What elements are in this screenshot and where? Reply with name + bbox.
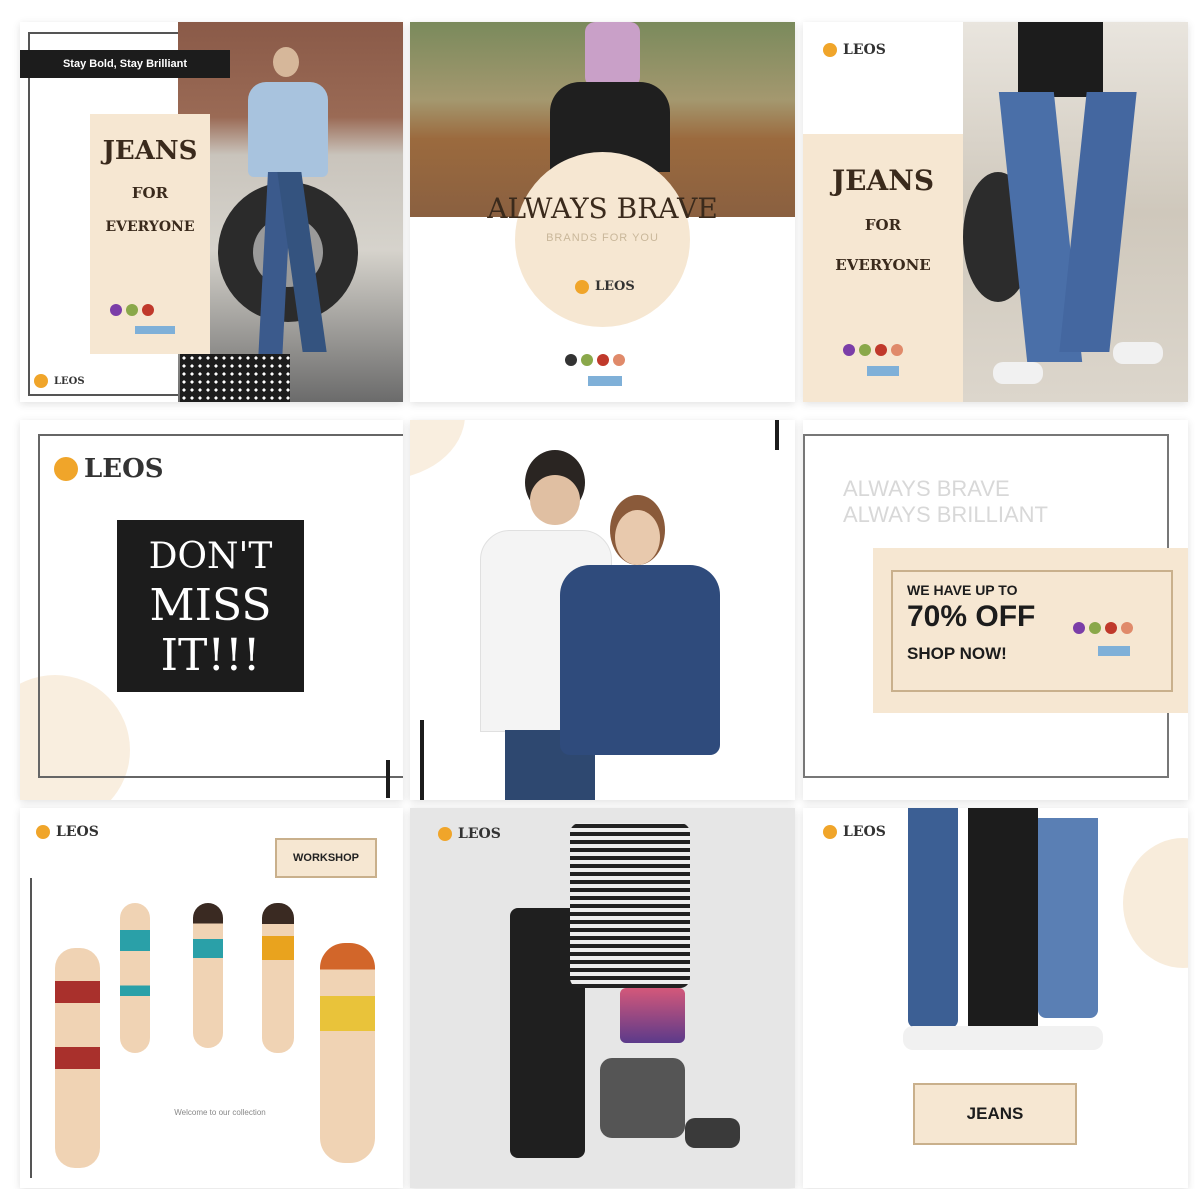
tag-text: Stay Bold, Stay Brilliant: [62, 58, 188, 70]
social-icons: [565, 354, 625, 366]
brand-logo: LEOS: [575, 279, 635, 294]
headline-box: DON'T MISS IT!!!: [117, 520, 304, 692]
jeans-tag-text: JEANS: [966, 1104, 1024, 1123]
divider-mark: [386, 760, 390, 798]
lion-icon: [36, 825, 50, 839]
headline-line1: DON'T: [148, 536, 273, 577]
brand-logo: LEOS: [823, 824, 886, 840]
brand-name: LEOS: [84, 454, 164, 484]
workshop-tag: WORKSHOP: [275, 838, 377, 878]
faded-headline-2: ALWAYS BRILLIANT: [843, 502, 1048, 527]
lion-icon: [575, 279, 589, 294]
subline: BRANDS FOR YOU: [546, 232, 659, 244]
brand-name: LEOS: [56, 824, 99, 840]
brand-name: LEOS: [458, 826, 501, 842]
brand-name: LEOS: [843, 42, 886, 58]
headline-jeans: JEANS: [102, 136, 198, 166]
divider-mark: [420, 720, 424, 800]
photo-couple: [450, 440, 770, 800]
brand-name: LEOS: [54, 375, 85, 387]
lion-icon: [823, 825, 837, 839]
headline-line3: IT!!!: [160, 630, 261, 681]
social-icons: [110, 304, 154, 316]
brand-name: LEOS: [843, 824, 886, 840]
post-tile-dont-miss-it[interactable]: LEOS DON'T MISS IT!!!: [20, 420, 403, 800]
brand-logo: LEOS: [34, 374, 85, 388]
photo-woman-by-truck: [178, 22, 403, 402]
headline-jeans: JEANS: [831, 164, 935, 197]
headline-for: FOR: [131, 184, 169, 202]
headline-always-brave: ALWAYS BRAVE: [487, 192, 718, 225]
headline-panel: JEANS FOR EVERYONE: [90, 114, 210, 354]
cream-circle-deco: [1123, 838, 1188, 968]
tag-banner: Stay Bold, Stay Brilliant: [20, 50, 230, 78]
contact-strip: [135, 326, 175, 334]
lion-icon: [54, 457, 78, 481]
contact-strip: [588, 376, 622, 386]
offer-panel: WE HAVE UP TO 70% OFF SHOP NOW!: [873, 548, 1188, 713]
brand-logo: LEOS: [823, 42, 886, 58]
contact-strip: [867, 366, 899, 376]
headline-line2: MISS: [149, 580, 272, 631]
contact-strip: [1098, 646, 1130, 656]
divider-mark: [775, 420, 779, 450]
photo-man-in-jeans: [963, 22, 1188, 402]
post-tile-jeans-for-everyone-2[interactable]: LEOS JEANS FOR EVERYONE: [803, 22, 1188, 402]
workshop-text: WORKSHOP: [293, 852, 359, 864]
brand-name: LEOS: [595, 279, 635, 294]
headline-for: FOR: [864, 216, 902, 234]
post-tile-outfit[interactable]: LEOS: [410, 808, 795, 1188]
dotted-pattern: [180, 354, 290, 402]
offer-line2: 70% OFF: [907, 600, 1036, 633]
jeans-tag: JEANS: [913, 1083, 1077, 1145]
social-icons: [1073, 622, 1133, 634]
post-tile-always-brave[interactable]: ALWAYS BRAVE BRANDS FOR YOU LEOS: [410, 22, 795, 402]
post-tile-couple[interactable]: [410, 420, 795, 800]
headline-panel: JEANS FOR EVERYONE: [803, 134, 963, 402]
caption: Welcome to our collection: [174, 1108, 266, 1117]
offer-line3: SHOP NOW!: [907, 644, 1007, 663]
brand-logo: LEOS: [54, 454, 164, 484]
post-tile-jeans-for-everyone[interactable]: Stay Bold, Stay Brilliant JEANS FOR EVER…: [20, 22, 403, 402]
post-tile-body-types[interactable]: LEOS WORKSHOP Welcome to our collection: [20, 808, 403, 1188]
lion-icon: [34, 374, 48, 388]
social-icons: [843, 344, 903, 356]
lion-icon: [823, 43, 837, 57]
post-tile-jeans-group[interactable]: LEOS JEANS: [803, 808, 1188, 1188]
post-tile-70-off[interactable]: ALWAYS BRAVE ALWAYS BRILLIANT WE HAVE UP…: [803, 420, 1188, 800]
lion-icon: [438, 827, 452, 841]
brand-logo: LEOS: [438, 826, 501, 842]
side-line: [30, 878, 32, 1178]
headline-everyone: EVERYONE: [105, 219, 195, 235]
brand-logo: LEOS: [36, 824, 99, 840]
offer-line1: WE HAVE UP TO: [907, 582, 1018, 598]
headline-everyone: EVERYONE: [835, 256, 931, 274]
faded-headline-1: ALWAYS BRAVE: [843, 476, 1010, 501]
